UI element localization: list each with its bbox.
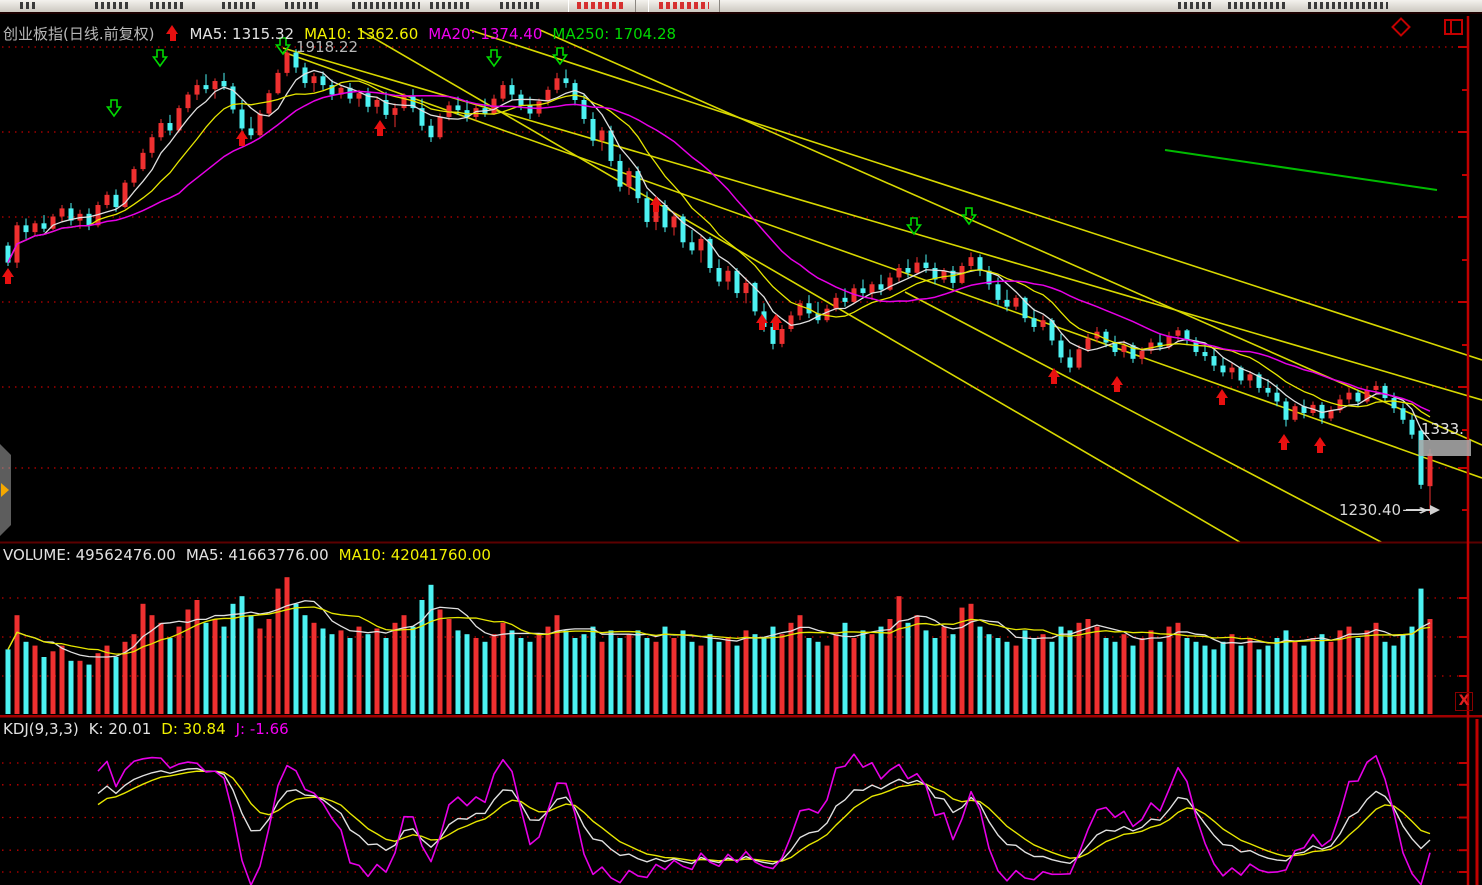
- buy-arrow-icon: [1111, 376, 1123, 392]
- chart-canvas[interactable]: [0, 0, 1482, 885]
- trend-up-icon: [166, 25, 179, 41]
- right-arrow-icon: →: [1401, 501, 1429, 519]
- kdj-lines: [98, 754, 1430, 885]
- buy-arrow-icon: [1216, 389, 1228, 405]
- axis-layer: [0, 16, 1482, 885]
- ma20-value: MA20: 1374.40: [428, 25, 542, 43]
- sell-arrow-icon: [488, 50, 501, 66]
- trendlines: [283, 30, 1482, 595]
- ma5-value: MA5: 1315.32: [189, 25, 294, 43]
- close-indicator-icon[interactable]: X: [1455, 692, 1473, 711]
- sell-arrow-icon: [154, 50, 167, 66]
- volume-value: VOLUME: 49562476.00: [3, 546, 176, 564]
- peak-price-label: 1918.22: [296, 38, 358, 56]
- expand-arrow-icon: [1, 483, 9, 497]
- sidebar-expand-tab[interactable]: [0, 444, 11, 536]
- candles-layer: [6, 47, 1433, 513]
- split-window-icon[interactable]: [1444, 19, 1463, 35]
- ma-price-tag-label: 1333.: [1421, 420, 1464, 438]
- volume-ma10-value: MA10: 42041760.00: [339, 546, 491, 564]
- buy-arrow-icon: [374, 120, 386, 136]
- buy-arrow-icon: [1278, 434, 1290, 450]
- kdj-d-value: D: 30.84: [161, 720, 225, 738]
- buy-arrow-icon: [1048, 368, 1060, 384]
- low-price-label: 1230.40→: [1339, 501, 1414, 519]
- buy-arrow-icon: [1314, 437, 1326, 453]
- buy-arrow-icon: [236, 130, 248, 146]
- buy-arrow-icon: [650, 196, 662, 212]
- kdj-j-value: J: -1.66: [236, 720, 289, 738]
- kdj-label: KDJ(9,3,3): [3, 720, 79, 738]
- buy-arrow-icon: [2, 268, 14, 284]
- gridlines: [2, 47, 1459, 872]
- volume-ma5-value: MA5: 41663776.00: [186, 546, 329, 564]
- instrument-title: 创业板指(日线.前复权): [3, 25, 154, 43]
- kdj-k-value: K: 20.01: [89, 720, 152, 738]
- trading-terminal: 创业板指(日线.前复权)MA5: 1315.32MA10: 1362.60MA2…: [0, 0, 1482, 885]
- kdj-pane-header: KDJ(9,3,3) K: 20.01 D: 30.84 J: -1.66: [3, 720, 299, 738]
- volume-pane-header: VOLUME: 49562476.00 MA5: 41663776.00 MA10:…: [3, 546, 501, 564]
- price-ma-lines: [8, 70, 1430, 440]
- sell-arrow-icon: [108, 100, 121, 116]
- ma250-value: MA250: 1704.28: [552, 25, 676, 43]
- price-tag-box: [1419, 440, 1471, 456]
